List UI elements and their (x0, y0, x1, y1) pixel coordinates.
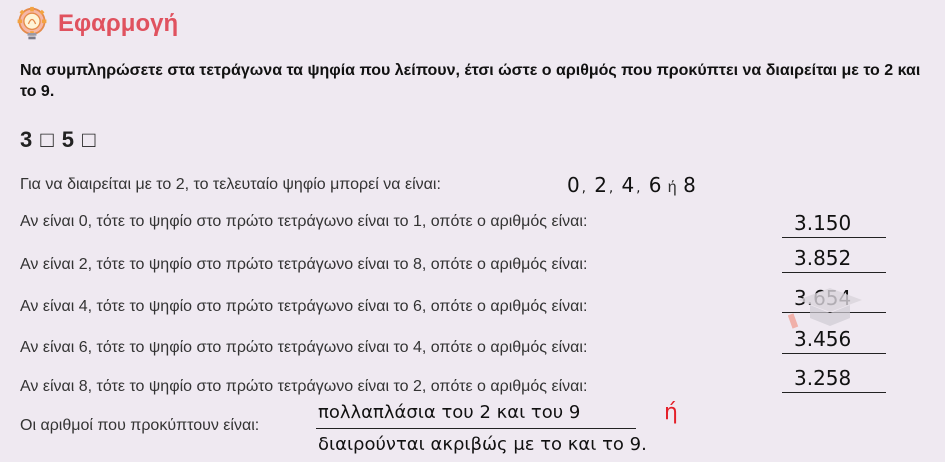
case-text: Αν είναι 2, τότε το ψηφίο στο πρώτο τετρ… (20, 256, 588, 273)
case-text: Αν είναι 8, τότε το ψηφίο στο πρώτο τετρ… (20, 378, 588, 395)
answer-field: 3.258 (782, 362, 886, 393)
answer-value: 3.258 (794, 366, 852, 390)
conclusion-or-word: ή (664, 400, 678, 425)
digit-4: 4 (621, 173, 635, 197)
digit-2: 2 (594, 173, 607, 197)
instruction-text: Να συμπληρώσετε στα τετράγωνα τα ψηφία π… (20, 62, 921, 100)
case-text: Αν είναι 0, τότε το ψηφίο στο πρώτο τετρ… (20, 213, 588, 230)
conclusion-label: Οι αριθμοί που προκύπτουν είναι: (20, 417, 260, 434)
digit-6: 6 (648, 173, 662, 197)
section-title: Εφαρμογή (58, 10, 179, 37)
or-word: ή (667, 179, 677, 196)
answer-value: 3.456 (794, 327, 852, 351)
rule-text: Για να διαιρείται με το 2, το τελευταίο … (20, 176, 441, 193)
conclusion-answer-line1: πολλαπλάσια του 2 και του 9 (318, 402, 581, 423)
digit-8: 8 (683, 173, 696, 197)
answer-value: 3.150 (794, 211, 852, 235)
problem-number: 3 □ 5 □ (20, 127, 97, 152)
case-text: Αν είναι 4, τότε το ψηφίο στο πρώτο τετρ… (20, 298, 588, 315)
header: Εφαρμογή (14, 6, 178, 42)
lightbulb-gear-icon (17, 6, 47, 40)
digit-0: 0 (567, 173, 580, 197)
answer-field: 3.456 (782, 323, 886, 354)
answer-field: 3.852 (782, 242, 886, 273)
answer-value: 3.852 (794, 246, 852, 270)
answer-underline (316, 428, 636, 429)
case-text: Αν είναι 6, τότε το ψηφίο στο πρώτο τετρ… (20, 339, 588, 356)
answer-field: 3.150 (782, 207, 886, 238)
conclusion-answer-line2: διαιρούνται ακριβώς με το και το 9. (318, 434, 647, 455)
handwritten-digits: 0, 2, 4, 6 ή 8 (567, 173, 696, 197)
